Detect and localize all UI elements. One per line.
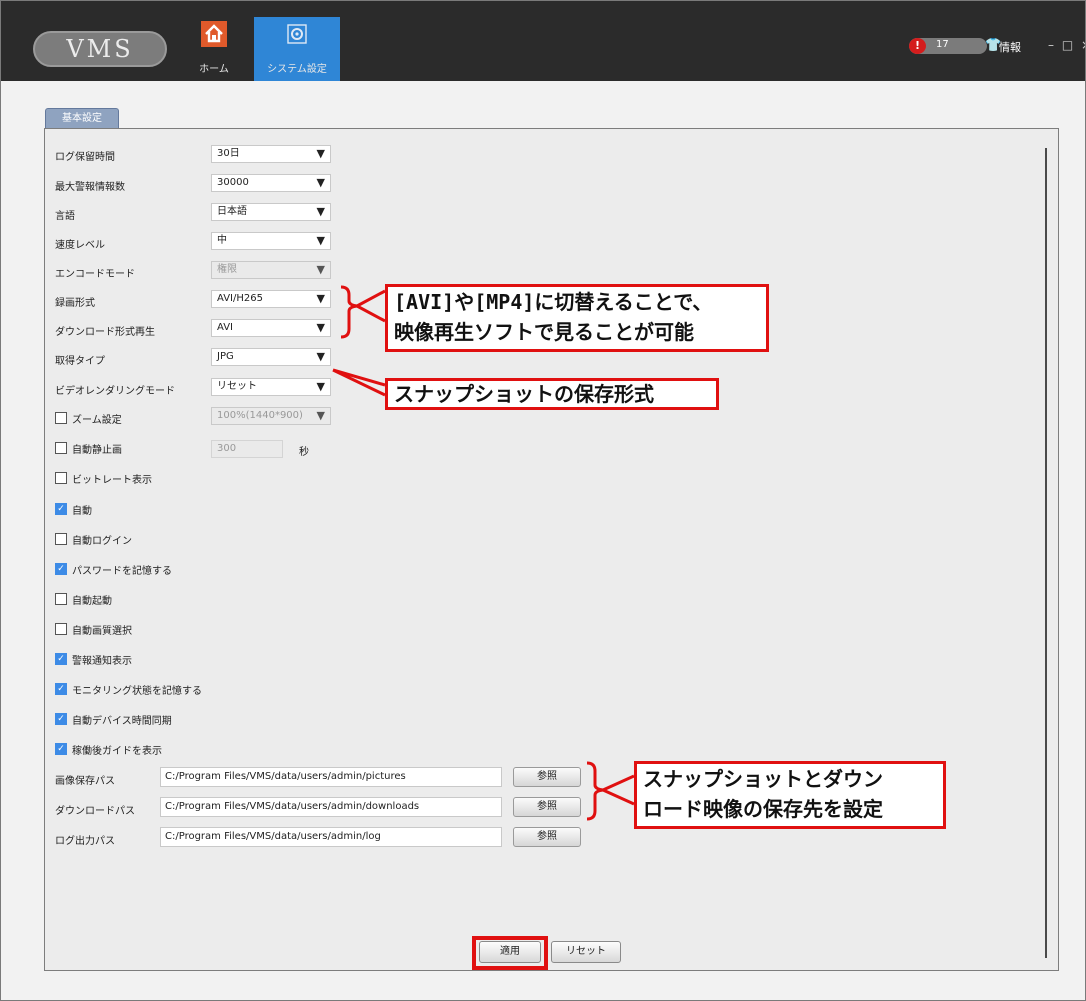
annotation-marks <box>332 285 635 821</box>
callout-record-format: [AVI]や[MP4]に切替えることで、 映像再生ソフトで見ることが可能 <box>385 284 769 352</box>
callout-save-paths: スナップショットとダウン ロード映像の保存先を設定 <box>634 761 946 829</box>
callout-record-format-line2: 映像再生ソフトで見ることが可能 <box>394 320 694 344</box>
callout-record-format-line1: [AVI]や[MP4]に切替えることで、 <box>394 290 713 314</box>
callout-snapshot-format: スナップショットの保存形式 <box>385 378 719 410</box>
callout-save-paths-line2: ロード映像の保存先を設定 <box>643 797 883 821</box>
callout-save-paths-line1: スナップショットとダウン <box>643 767 883 791</box>
vms-window: VMS ホーム システム設定 ! 17 👕 情報 – □ × 基本設定 ログ保留… <box>0 0 1086 1001</box>
